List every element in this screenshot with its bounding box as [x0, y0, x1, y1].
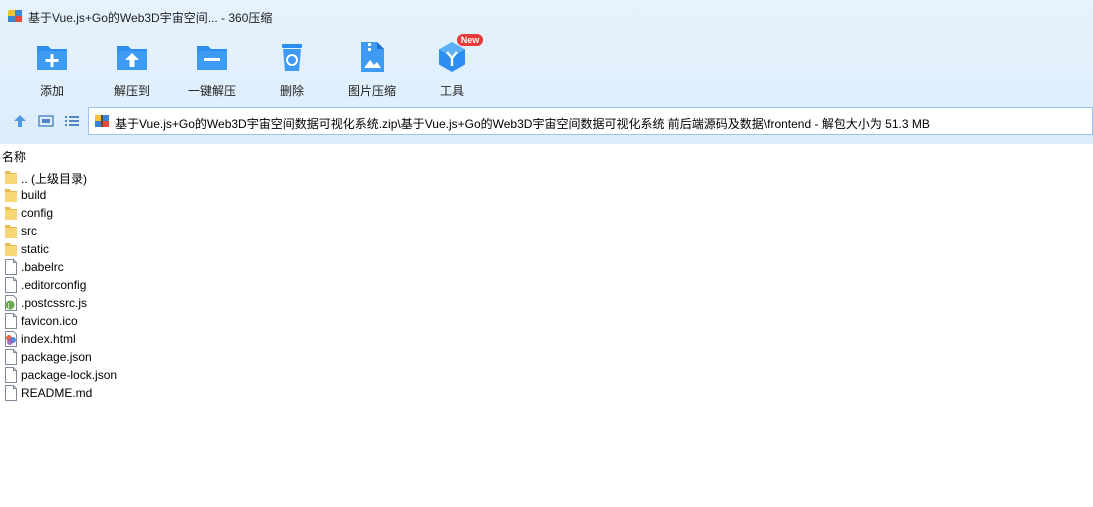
list-item[interactable]: index.html [0, 330, 1093, 348]
delete-label: 删除 [279, 84, 304, 98]
file-name: favicon.ico [21, 314, 78, 328]
file-name: index.html [21, 332, 76, 346]
file-icon [4, 259, 18, 275]
extract-to-label: 解压到 [113, 84, 150, 98]
thumbnail-view-icon[interactable] [38, 113, 54, 129]
file-name: README.md [21, 386, 93, 400]
one-click-extract-button[interactable]: 一键解压 [173, 38, 251, 98]
app-logo-icon [8, 10, 22, 22]
up-arrow-icon[interactable] [12, 113, 28, 129]
zip-archive-icon [95, 115, 109, 127]
list-header: 名称 [0, 146, 1093, 164]
title-bar: 基于Vue.js+Go的Web3D宇宙空间... - 360压缩 [0, 0, 1093, 32]
file-name: .editorconfig [21, 278, 87, 292]
js-file-icon: J [4, 295, 18, 311]
file-name: package-lock.json [21, 368, 118, 382]
folder-icon [4, 241, 18, 257]
list-item[interactable]: config [0, 204, 1093, 222]
list-item[interactable]: .. (上级目录) [0, 168, 1093, 186]
address-row: 基于Vue.js+Go的Web3D宇宙空间数据可视化系统.zip\基于Vue.j… [0, 106, 1093, 136]
folder-icon [4, 169, 18, 185]
list-item[interactable]: favicon.ico [0, 312, 1093, 330]
address-bar[interactable]: 基于Vue.js+Go的Web3D宇宙空间数据可视化系统.zip\基于Vue.j… [88, 107, 1093, 135]
add-button[interactable]: 添加 [13, 38, 91, 98]
html-file-icon [4, 331, 18, 347]
add-folder-icon [37, 46, 67, 70]
file-icon [4, 385, 18, 401]
file-icon [4, 367, 18, 383]
list-item[interactable]: build [0, 186, 1093, 204]
extract-to-button[interactable]: 解压到 [93, 38, 171, 98]
list-item[interactable]: .editorconfig [0, 276, 1093, 294]
window-title: 基于Vue.js+Go的Web3D宇宙空间... - 360压缩 [28, 11, 273, 25]
list-item[interactable]: static [0, 240, 1093, 258]
list-item[interactable]: src [0, 222, 1093, 240]
address-path: 基于Vue.js+Go的Web3D宇宙空间数据可视化系统.zip\基于Vue.j… [115, 117, 930, 131]
folder-icon [4, 223, 18, 239]
list-view-icon[interactable] [64, 113, 80, 129]
folder-icon [4, 205, 18, 221]
file-name: .postcssrc.js [21, 296, 88, 310]
file-name: config [21, 206, 54, 220]
list-item[interactable]: package-lock.json [0, 366, 1093, 384]
image-zip-icon [361, 42, 384, 72]
folder-icon [4, 187, 18, 203]
list-item[interactable]: J .postcssrc.js [0, 294, 1093, 312]
file-name: .. (上级目录) [21, 172, 87, 186]
list-item[interactable]: .babelrc [0, 258, 1093, 276]
list-item[interactable]: README.md [0, 384, 1093, 402]
main-toolbar: 添加 解压到 一键解压 删除 图片压缩 New 工具 [0, 34, 1093, 100]
tools-button[interactable]: New 工具 [413, 34, 491, 98]
list-item[interactable]: package.json [0, 348, 1093, 366]
file-icon [4, 349, 18, 365]
file-name: build [21, 188, 47, 202]
extract-folder-icon [117, 46, 147, 70]
file-name: static [21, 242, 50, 256]
file-name: src [21, 224, 37, 238]
delete-button[interactable]: 删除 [253, 38, 331, 98]
file-icon [4, 313, 18, 329]
add-label: 添加 [39, 84, 64, 98]
svg-text:J: J [7, 303, 10, 310]
new-badge: New [457, 34, 483, 46]
file-name: .babelrc [21, 260, 64, 274]
image-compress-button[interactable]: 图片压缩 [333, 38, 411, 98]
file-icon [4, 277, 18, 293]
toolbar-area: 基于Vue.js+Go的Web3D宇宙空间... - 360压缩 添加 解压到 [0, 0, 1093, 144]
tools-label: 工具 [439, 84, 464, 98]
one-click-extract-icon [197, 46, 227, 70]
recycle-bin-icon [282, 44, 302, 71]
file-name: package.json [21, 350, 92, 364]
image-compress-label: 图片压缩 [347, 84, 396, 98]
one-click-extract-label: 一键解压 [187, 84, 236, 98]
file-list: .. (上级目录) build config src static .babelrc .ed… [0, 168, 1093, 402]
column-header-name[interactable]: 名称 [2, 148, 26, 165]
